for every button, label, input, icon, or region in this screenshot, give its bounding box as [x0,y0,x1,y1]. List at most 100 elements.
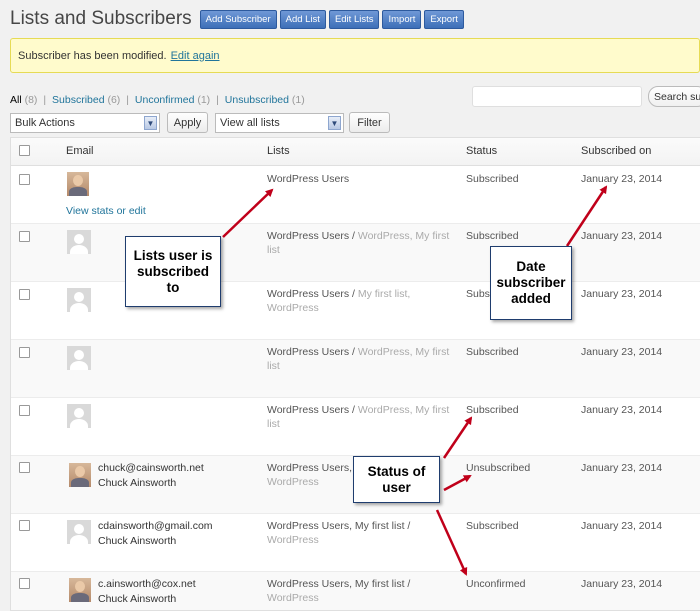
email-cell[interactable]: cdainsworth@gmail.com [98,519,213,533]
date-cell: January 23, 2014 [581,346,663,358]
edit-again-link[interactable]: Edit again [171,50,220,62]
avatar [67,172,89,196]
date-cell: January 23, 2014 [581,520,663,532]
column-subscribed-on[interactable]: Subscribed on [581,145,651,157]
lists-subscribed: WordPress Users, My first list / [267,520,411,532]
name-cell: Chuck Ainsworth [98,477,177,489]
lists-subscribed: WordPress Users, My first list / [267,578,411,590]
callout-lists: Lists user is subscribed to [125,236,221,307]
avatar [67,288,91,312]
table-row: WordPress Users / My first list, WordPre… [11,282,700,340]
lists-available: My first list, [357,288,411,300]
separator: | [43,94,47,106]
search-button[interactable]: Search su [648,86,700,107]
chevron-down-icon: ▼ [144,116,157,130]
lists-available-cont: WordPress [267,476,319,488]
callout-status: Status of user [353,456,440,503]
lists-available-cont: WordPress [267,592,319,604]
lists-subscribed: WordPress Users / [267,288,355,300]
filter-subscribed-count: (6) [107,94,121,106]
lists-cell: WordPress Users, My first list / WordPre… [267,577,457,605]
date-cell: January 23, 2014 [581,230,663,242]
lists-available-cont: list [267,244,280,256]
lists-available-cont: list [267,418,280,430]
page-header: Lists and Subscribers Add Subscriber Add… [10,6,467,32]
lists-available-cont: WordPress [267,302,319,314]
subscribers-table: Email Lists Status Subscribed on View st… [10,137,700,611]
row-checkbox[interactable] [19,578,30,589]
table-row: WordPress Users / WordPress, My first li… [11,398,700,456]
column-status[interactable]: Status [466,145,497,157]
row-checkbox[interactable] [19,231,30,242]
bulk-actions-value: Bulk Actions [15,117,75,129]
status-cell: Unconfirmed [466,578,526,590]
edit-lists-button[interactable]: Edit Lists [328,9,380,29]
bulk-actions-select[interactable]: Bulk Actions ▼ [10,113,160,133]
update-notice: Subscriber has been modified. Edit again [10,38,700,73]
lists-subscribed: WordPress Users / [267,230,355,242]
date-cell: January 23, 2014 [581,173,663,185]
status-cell: Unsubscribed [466,462,531,474]
row-checkbox[interactable] [19,462,30,473]
filter-unsubscribed[interactable]: Unsubscribed [225,94,289,106]
name-cell: Chuck Ainsworth [98,593,177,605]
filter-all-count: (8) [24,94,38,106]
notice-message: Subscriber has been modified. [18,49,167,62]
lists-subscribed: WordPress Users / [267,404,355,416]
filter-unsubscribed-count: (1) [291,94,305,106]
filter-unconfirmed-count: (1) [197,94,211,106]
status-cell: Subscribed [466,230,519,242]
lists-available-cont: WordPress [267,534,319,546]
status-cell: Subscribed [466,520,519,532]
add-list-button[interactable]: Add List [279,9,326,29]
filter-button[interactable]: Filter [349,112,390,133]
date-cell: January 23, 2014 [581,288,663,300]
table-row: c.ainsworth@cox.net Chuck Ainsworth Word… [11,572,700,610]
export-button[interactable]: Export [424,9,464,29]
date-cell: January 23, 2014 [581,462,663,474]
email-cell[interactable]: c.ainsworth@cox.net [98,577,196,591]
apply-button[interactable]: Apply [167,112,208,133]
row-checkbox[interactable] [19,174,30,185]
view-lists-select[interactable]: View all lists ▼ [215,113,344,133]
status-filter-links: All (8) | Subscribed (6) | Unconfirmed (… [10,94,305,106]
add-subscriber-button[interactable]: Add Subscriber [199,9,277,29]
lists-cell: WordPress Users [267,173,350,185]
filter-unconfirmed[interactable]: Unconfirmed [135,94,195,106]
chevron-down-icon: ▼ [328,116,341,130]
row-checkbox[interactable] [19,347,30,358]
avatar [67,404,91,428]
avatar [69,578,91,602]
name-cell: Chuck Ainsworth [98,535,177,547]
row-checkbox[interactable] [19,289,30,300]
lists-available: WordPress, My first [357,404,450,416]
view-lists-value: View all lists [220,117,280,129]
column-email[interactable]: Email [66,145,94,157]
lists-cell: WordPress Users / WordPress, My first li… [267,229,457,257]
email-cell[interactable]: chuck@cainsworth.net [98,461,204,475]
lists-cell: WordPress Users / WordPress, My first li… [267,403,457,431]
row-checkbox[interactable] [19,520,30,531]
avatar [67,346,91,370]
select-all-checkbox[interactable] [19,145,30,156]
table-row: View stats or edit WordPress Users Subsc… [11,166,700,224]
view-stats-link[interactable]: View stats or edit [66,204,146,218]
status-cell: Subscribed [466,404,519,416]
row-checkbox[interactable] [19,405,30,416]
table-row: WordPress Users / WordPress, My first li… [11,224,700,282]
lists-available: WordPress, My first [357,230,450,242]
avatar [67,230,91,254]
filter-subscribed[interactable]: Subscribed [52,94,105,106]
table-row: WordPress Users / WordPress, My first li… [11,340,700,398]
separator: | [216,94,219,106]
avatar [69,463,91,487]
import-button[interactable]: Import [382,9,422,29]
callout-date: Date subscriber added [490,246,572,320]
status-cell: Subscribed [466,173,519,185]
avatar [67,520,91,544]
search-input[interactable] [472,86,642,107]
lists-available-cont: list [267,360,280,372]
lists-subscribed: WordPress Users, [267,462,352,474]
filter-all[interactable]: All [10,94,22,106]
lists-available: WordPress, My first [357,346,450,358]
